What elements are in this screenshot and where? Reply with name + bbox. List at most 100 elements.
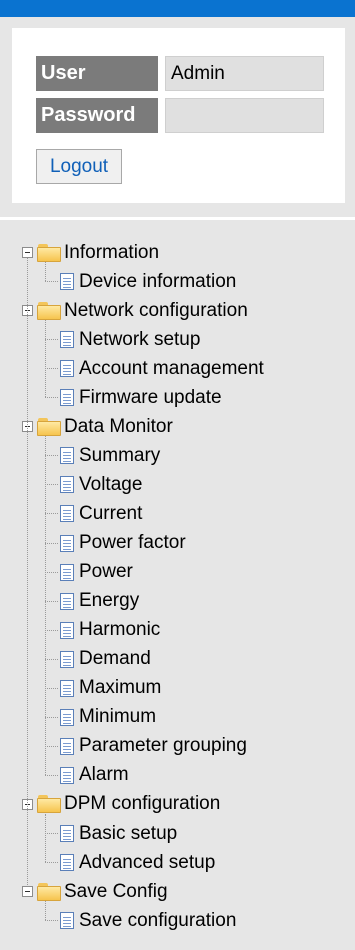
document-icon	[60, 679, 74, 697]
tree-item-label[interactable]: Parameter grouping	[79, 735, 247, 757]
tree-item-label[interactable]: Account management	[79, 358, 264, 380]
tree-folder-dpm-configuration[interactable]: DPM configuration	[22, 790, 220, 819]
document-icon	[60, 505, 74, 523]
tree-connector	[45, 368, 58, 370]
tree-item-power[interactable]: Power	[60, 558, 133, 587]
tree-connector	[45, 542, 58, 544]
section-divider	[0, 217, 355, 220]
document-icon	[60, 854, 74, 872]
tree-item-label[interactable]: Alarm	[79, 764, 129, 786]
tree-connector	[45, 920, 58, 922]
tree-connector	[45, 716, 58, 718]
user-field[interactable]	[165, 56, 324, 91]
tree-connector	[45, 658, 58, 660]
tree-item-label[interactable]: Basic setup	[79, 823, 177, 845]
document-icon	[60, 389, 74, 407]
tree-folder-label[interactable]: Save Config	[64, 881, 168, 903]
document-icon	[60, 708, 74, 726]
tree-item-basic-setup[interactable]: Basic setup	[60, 819, 177, 848]
folder-icon	[37, 417, 61, 436]
tree-item-alarm[interactable]: Alarm	[60, 761, 129, 790]
tree-connector	[45, 745, 58, 747]
tree-connector	[45, 774, 58, 776]
tree-item-label[interactable]: Save configuration	[79, 910, 236, 932]
top-accent-bar	[0, 0, 355, 17]
login-panel: User Password Logout	[12, 28, 345, 203]
tree-item-current[interactable]: Current	[60, 499, 142, 528]
tree-item-harmonic[interactable]: Harmonic	[60, 616, 160, 645]
document-icon	[60, 737, 74, 755]
tree-connector	[45, 436, 46, 775]
tree-item-label[interactable]: Harmonic	[79, 619, 160, 641]
tree-item-label[interactable]: Current	[79, 503, 142, 525]
document-icon	[60, 650, 74, 668]
tree-item-label[interactable]: Advanced setup	[79, 852, 215, 874]
tree-folder-label[interactable]: Data Monitor	[64, 416, 173, 438]
tree-connector	[45, 687, 58, 689]
tree-item-power-factor[interactable]: Power factor	[60, 529, 186, 558]
document-icon	[60, 331, 74, 349]
document-icon	[60, 563, 74, 581]
tree-item-label[interactable]: Power	[79, 561, 133, 583]
tree-item-summary[interactable]: Summary	[60, 441, 160, 470]
tree-item-label[interactable]: Power factor	[79, 532, 186, 554]
folder-icon	[37, 795, 61, 814]
tree-item-label[interactable]: Maximum	[79, 677, 161, 699]
tree-connector	[45, 513, 58, 515]
tree-connector	[45, 262, 46, 282]
document-icon	[60, 592, 74, 610]
password-label: Password	[36, 98, 158, 133]
tree-connector	[45, 320, 46, 398]
document-icon	[60, 534, 74, 552]
tree-connector	[45, 862, 58, 864]
tree-folder-information[interactable]: Information	[22, 238, 159, 267]
folder-icon	[37, 301, 61, 320]
tree-folder-label[interactable]: Information	[64, 242, 159, 264]
user-row: User	[36, 56, 324, 91]
tree-folder-label[interactable]: DPM configuration	[64, 793, 220, 815]
tree-connector	[45, 901, 46, 921]
tree-connector	[45, 339, 58, 341]
tree-connector	[45, 833, 58, 834]
tree-item-label[interactable]: Device information	[79, 271, 236, 293]
tree-connector	[45, 455, 58, 457]
tree-item-label[interactable]: Network setup	[79, 329, 200, 351]
tree-item-account-management[interactable]: Account management	[60, 354, 264, 383]
document-icon	[60, 912, 74, 930]
tree-item-label[interactable]: Demand	[79, 648, 151, 670]
tree-connector	[45, 571, 58, 573]
password-row: Password	[36, 98, 324, 133]
collapse-toggle-icon[interactable]	[22, 886, 33, 898]
tree-connector	[45, 484, 58, 486]
tree-item-label[interactable]: Minimum	[79, 706, 156, 728]
logout-button[interactable]: Logout	[36, 149, 122, 184]
tree-item-label[interactable]: Firmware update	[79, 387, 222, 409]
tree-item-firmware-update[interactable]: Firmware update	[60, 383, 222, 412]
tree-item-label[interactable]: Energy	[79, 590, 139, 612]
document-icon	[60, 825, 74, 842]
tree-item-voltage[interactable]: Voltage	[60, 470, 142, 499]
tree-item-advanced-setup[interactable]: Advanced setup	[60, 848, 215, 877]
tree-connector	[45, 629, 58, 631]
tree-folder-save-config[interactable]: Save Config	[22, 877, 168, 906]
tree-item-maximum[interactable]: Maximum	[60, 674, 161, 703]
tree-item-save-configuration[interactable]: Save configuration	[60, 906, 236, 935]
password-field[interactable]	[165, 98, 324, 133]
tree-item-label[interactable]: Summary	[79, 445, 160, 467]
collapse-toggle-icon[interactable]	[22, 247, 33, 258]
document-icon	[60, 476, 74, 494]
document-icon	[60, 273, 74, 291]
tree-item-device-information[interactable]: Device information	[60, 267, 236, 296]
tree-item-energy[interactable]: Energy	[60, 587, 139, 616]
tree-item-demand[interactable]: Demand	[60, 645, 151, 674]
tree-folder-label[interactable]: Network configuration	[64, 300, 248, 322]
tree-item-label[interactable]: Voltage	[79, 474, 142, 496]
tree-connector	[45, 600, 58, 602]
tree-item-parameter-grouping[interactable]: Parameter grouping	[60, 732, 247, 761]
tree-item-network-setup[interactable]: Network setup	[60, 325, 200, 354]
document-icon	[60, 360, 74, 378]
tree-item-minimum[interactable]: Minimum	[60, 703, 156, 732]
tree-folder-network-configuration[interactable]: Network configuration	[22, 296, 248, 325]
document-icon	[60, 447, 74, 465]
tree-connector	[27, 258, 28, 886]
